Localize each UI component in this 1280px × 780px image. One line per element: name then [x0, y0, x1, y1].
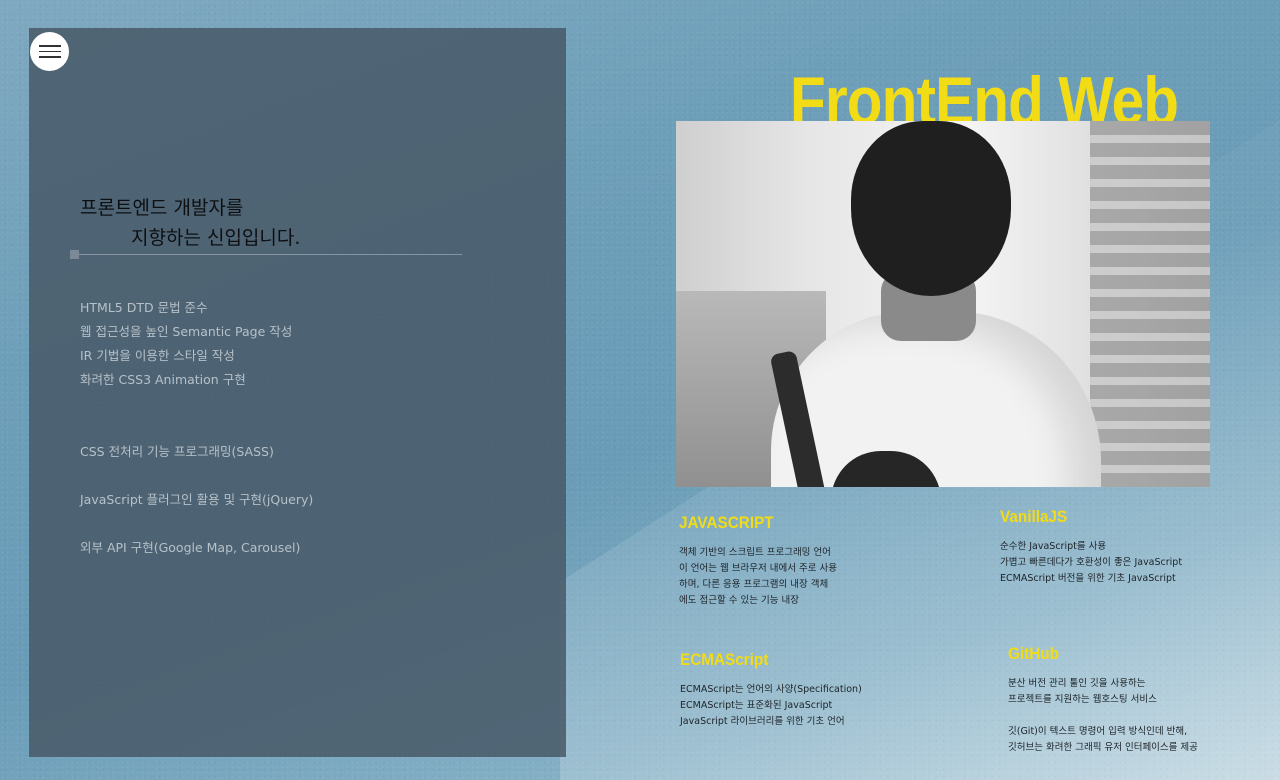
card-github-line: 깃(Git)이 텍스트 명령어 입력 방식인데 반해,	[1008, 726, 1188, 737]
photo-head	[851, 121, 1011, 296]
card-ecmascript: ECMAScript ECMAScript는 언어의 사양(Specificat…	[680, 650, 862, 730]
card-ecmascript-line: ECMAScript는 언어의 사양(Specification)	[680, 684, 862, 695]
card-github: GitHub 분산 버전 관리 툴인 깃을 사용하는 프로젝트를 지원하는 웹호…	[1008, 644, 1198, 756]
card-javascript-line: 이 언어는 웹 브라우저 내에서 주로 사용	[679, 563, 837, 574]
intro-line-1: 프론트엔드 개발자를	[80, 197, 244, 219]
skill-item	[80, 464, 313, 488]
card-vanillajs-line: ECMAScript 버전을 위한 기초 JavaScript	[1000, 573, 1176, 584]
card-javascript: JAVASCRIPT 객체 기반의 스크립트 프로그래밍 언어 이 언어는 웹 …	[679, 513, 837, 609]
card-javascript-line: 하며, 다른 응용 프로그램의 내장 객체	[679, 579, 829, 590]
hamburger-icon-line	[38, 50, 61, 53]
skill-item: HTML5 DTD 문법 준수	[80, 300, 208, 315]
divider	[70, 254, 462, 255]
skill-item	[80, 632, 313, 656]
skill-item	[80, 392, 313, 416]
card-vanillajs-line: 가볍고 빠른데다가 호환성이 좋은 JavaScript	[1000, 557, 1183, 568]
skill-item	[80, 416, 313, 440]
card-ecmascript-line: JavaScript 라이브러리를 위한 기초 언어	[680, 716, 845, 727]
card-ecmascript-title: ECMAScript	[680, 650, 769, 669]
skill-item	[80, 512, 313, 536]
skill-item: 외부 API 구현(Google Map, Carousel)	[80, 540, 301, 555]
intro-heading: 프론트엔드 개발자를 지향하는 신입입니다.	[80, 193, 300, 253]
card-ecmascript-line: ECMAScript는 표준화된 JavaScript	[680, 700, 833, 711]
card-vanillajs-line: 순수한 JavaScript를 사용	[1000, 541, 1107, 552]
menu-button[interactable]	[30, 32, 69, 71]
skill-item	[80, 584, 313, 608]
skill-item: JavaScript 플러그인 활용 및 구현(jQuery)	[80, 492, 314, 507]
intro-line-2: 지향하는 신입입니다.	[131, 227, 301, 249]
card-javascript-title: JAVASCRIPT	[679, 513, 774, 532]
skill-item: 화려한 CSS3 Animation 구현	[80, 372, 246, 387]
card-github-spacer	[1008, 708, 1198, 724]
hamburger-icon-line	[38, 56, 61, 58]
card-javascript-line: 객체 기반의 스크립트 프로그래밍 언어	[679, 547, 831, 558]
card-vanillajs-title: VanillaJS	[1000, 507, 1068, 526]
profile-photo	[676, 121, 1210, 487]
hamburger-icon	[38, 45, 61, 47]
card-github-line: 프로젝트를 지원하는 웹호스팅 서비스	[1008, 694, 1157, 705]
photo-building-right	[1090, 121, 1210, 487]
skills-list: HTML5 DTD 문법 준수웹 접근성을 높인 Semantic Page 작…	[80, 296, 313, 656]
card-vanillajs: VanillaJS 순수한 JavaScript를 사용 가볍고 빠른데다가 호…	[1000, 507, 1182, 587]
card-github-line: 분산 버전 관리 툴인 깃을 사용하는	[1008, 678, 1146, 689]
card-github-line: 깃허브는 화려한 그래픽 유저 인터페이스를 제공	[1008, 742, 1198, 753]
skill-item: IR 기법을 이용한 스타일 작성	[80, 348, 235, 363]
card-github-title: GitHub	[1008, 644, 1059, 663]
skill-item: CSS 전처리 기능 프로그래밍(SASS)	[80, 444, 274, 459]
skill-item: 웹 접근성을 높인 Semantic Page 작성	[80, 324, 293, 339]
skill-item	[80, 608, 313, 632]
skill-item	[80, 560, 313, 584]
card-javascript-line: 에도 접근할 수 있는 기능 내장	[679, 595, 799, 606]
divider-marker	[70, 250, 79, 259]
